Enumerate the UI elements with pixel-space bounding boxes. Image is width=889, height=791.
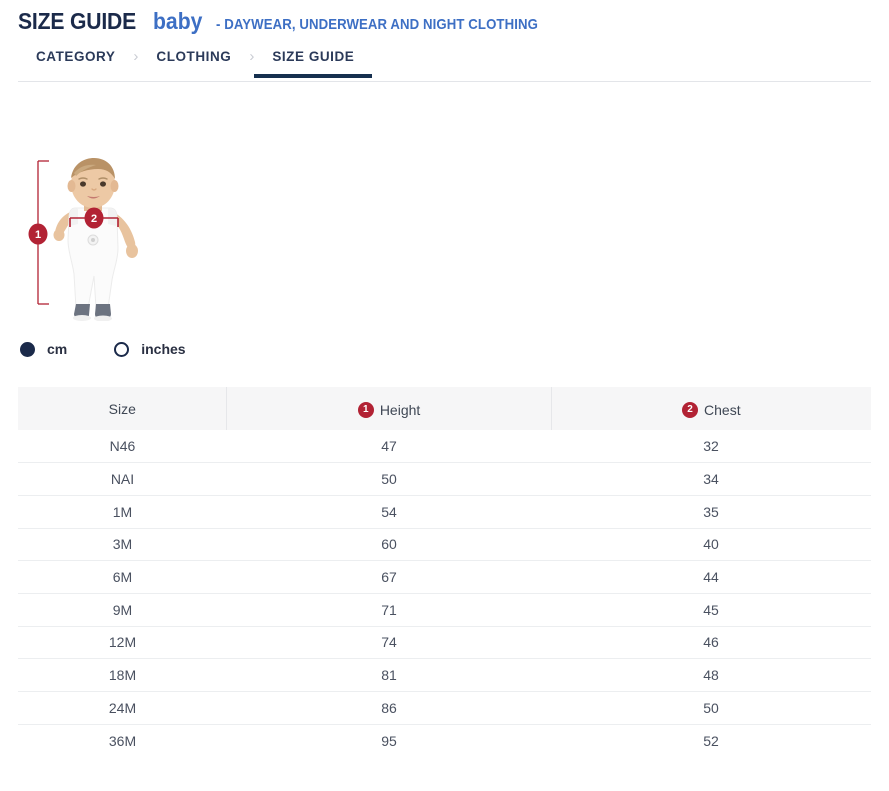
page-title-main: SIZE GUIDE — [18, 10, 136, 33]
chest-badge-icon: 2 — [682, 402, 698, 418]
cell-chest: 50 — [551, 692, 871, 725]
page-title-subtitle: - DAYWEAR, UNDERWEAR AND NIGHT CLOTHING — [216, 17, 538, 32]
cell-chest: 44 — [551, 561, 871, 594]
chest-marker-badge: 2 — [85, 208, 104, 229]
chest-marker-number: 2 — [91, 213, 97, 225]
cell-size: 36M — [18, 724, 227, 757]
units-selector: cm inches — [20, 337, 889, 361]
column-header-size: Size — [18, 387, 227, 430]
radio-label-cm: cm — [47, 341, 67, 357]
table-row: 1M 54 35 — [18, 495, 871, 528]
column-header-size-label: Size — [109, 401, 136, 417]
size-table: Size 1 Height 2 Chest — [18, 387, 871, 757]
cell-height: 50 — [227, 463, 551, 496]
page-title: SIZE GUIDE baby - DAYWEAR, UNDERWEAR AND… — [18, 10, 889, 33]
table-row: 24M 86 50 — [18, 692, 871, 725]
baby-illustration: 1 2 — [18, 156, 163, 321]
breadcrumb-item-size-guide[interactable]: SIZE GUIDE — [254, 45, 372, 78]
table-row: 18M 81 48 — [18, 659, 871, 692]
size-table-container: Size 1 Height 2 Chest — [18, 387, 871, 757]
page-header: SIZE GUIDE baby - DAYWEAR, UNDERWEAR AND… — [0, 0, 889, 33]
cell-size: 18M — [18, 659, 227, 692]
height-marker-number: 1 — [35, 229, 41, 241]
column-header-height: 1 Height — [227, 387, 551, 430]
radio-label-inches: inches — [141, 341, 185, 357]
radio-dot-cm[interactable] — [20, 342, 35, 357]
table-header-row: Size 1 Height 2 Chest — [18, 387, 871, 430]
cell-size: 9M — [18, 593, 227, 626]
cell-height: 71 — [227, 593, 551, 626]
table-row: NAI 50 34 — [18, 463, 871, 496]
column-header-chest: 2 Chest — [551, 387, 871, 430]
table-row: 9M 71 45 — [18, 593, 871, 626]
baby-body — [54, 158, 139, 321]
table-row: 6M 67 44 — [18, 561, 871, 594]
column-header-chest-label: Chest — [704, 402, 741, 418]
cell-height: 67 — [227, 561, 551, 594]
height-marker-badge: 1 — [29, 224, 48, 245]
cell-height: 60 — [227, 528, 551, 561]
cell-chest: 40 — [551, 528, 871, 561]
cell-size: 3M — [18, 528, 227, 561]
size-table-body: N46 47 32 NAI 50 34 1M 54 35 3M 60 40 6M — [18, 430, 871, 757]
cell-height: 81 — [227, 659, 551, 692]
cell-chest: 52 — [551, 724, 871, 757]
measurement-figure: 1 2 — [18, 156, 889, 331]
table-row: N46 47 32 — [18, 430, 871, 463]
radio-dot-inches[interactable] — [114, 342, 129, 357]
breadcrumb-item-clothing[interactable]: CLOTHING — [138, 45, 249, 78]
table-row: 3M 60 40 — [18, 528, 871, 561]
radio-option-inches[interactable]: inches — [114, 341, 185, 357]
cell-chest: 35 — [551, 495, 871, 528]
cell-size: 1M — [18, 495, 227, 528]
column-header-height-label: Height — [380, 402, 420, 418]
cell-height: 74 — [227, 626, 551, 659]
cell-size: N46 — [18, 430, 227, 463]
cell-chest: 34 — [551, 463, 871, 496]
cell-chest: 48 — [551, 659, 871, 692]
cell-size: 6M — [18, 561, 227, 594]
cell-height: 95 — [227, 724, 551, 757]
table-row: 36M 95 52 — [18, 724, 871, 757]
height-badge-icon: 1 — [358, 402, 374, 418]
cell-chest: 45 — [551, 593, 871, 626]
baby-measurement-svg: 1 2 — [18, 156, 163, 321]
cell-chest: 32 — [551, 430, 871, 463]
cell-height: 47 — [227, 430, 551, 463]
radio-option-cm[interactable]: cm — [20, 341, 67, 357]
breadcrumb: CATEGORY › CLOTHING › SIZE GUIDE — [18, 45, 871, 82]
cell-chest: 46 — [551, 626, 871, 659]
cell-size: 24M — [18, 692, 227, 725]
table-row: 12M 74 46 — [18, 626, 871, 659]
cell-height: 54 — [227, 495, 551, 528]
size-table-header: Size 1 Height 2 Chest — [18, 387, 871, 430]
page-title-accent: baby — [153, 10, 202, 33]
cell-size: NAI — [18, 463, 227, 496]
cell-size: 12M — [18, 626, 227, 659]
breadcrumb-item-category[interactable]: CATEGORY — [18, 45, 133, 78]
cell-height: 86 — [227, 692, 551, 725]
